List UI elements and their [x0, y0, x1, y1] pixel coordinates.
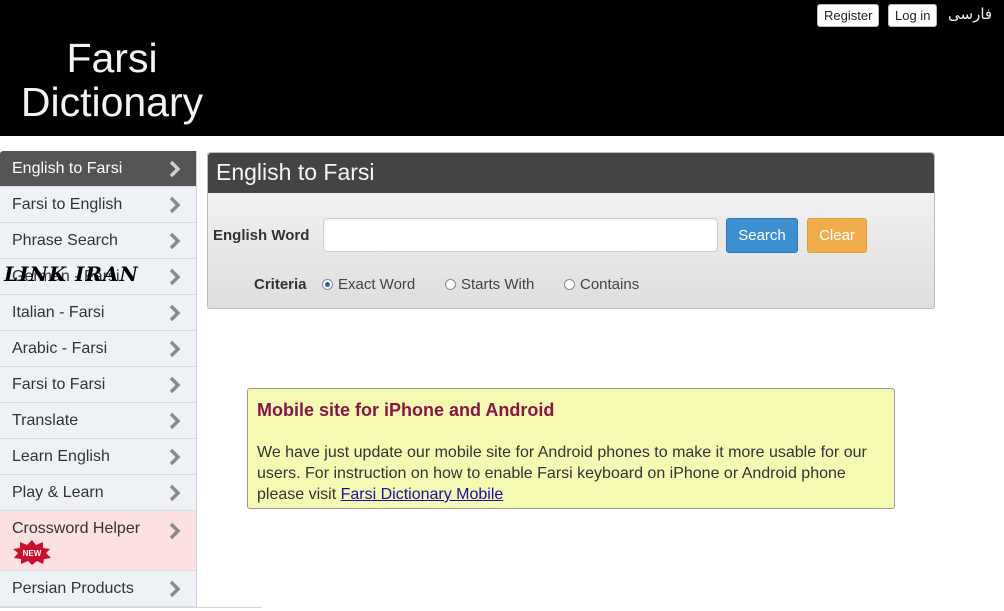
sidebar-item-label: Phrase Search: [12, 232, 118, 249]
search-button[interactable]: Search: [726, 218, 798, 253]
chevron-right-icon: [169, 412, 181, 430]
sidebar-item-farsi-to-farsi[interactable]: Farsi to Farsi: [0, 367, 197, 403]
sidebar-item-german-farsi[interactable]: German - Farsi: [0, 259, 197, 295]
radio-icon: [564, 279, 575, 290]
clear-button[interactable]: Clear: [807, 218, 867, 253]
chevron-right-icon: [169, 376, 181, 394]
sidebar-item-persian-products[interactable]: Persian Products: [0, 571, 197, 607]
chevron-right-icon: [169, 484, 181, 502]
login-button[interactable]: Log in: [888, 4, 938, 27]
sidebar-item-translate[interactable]: Translate: [0, 403, 197, 439]
sidebar-item-label: Persian Products: [12, 580, 134, 597]
criteria-contains-radio[interactable]: Contains: [564, 276, 639, 293]
sidebar-item-farsi-to-english[interactable]: Farsi to English: [0, 187, 197, 223]
chevron-right-icon: [169, 340, 181, 358]
sidebar-item-label: Arabic - Farsi: [12, 340, 108, 357]
chevron-right-icon: [169, 232, 181, 250]
new-badge-icon: NEW: [13, 540, 51, 565]
new-badge-label: NEW: [23, 549, 42, 558]
notice-body: We have just update our mobile site for …: [257, 442, 889, 505]
chevron-right-icon: [169, 160, 181, 178]
criteria-label: Criteria: [254, 276, 307, 293]
mobile-site-notice: Mobile site for iPhone and Android We ha…: [247, 388, 895, 509]
chevron-right-icon: [169, 448, 181, 466]
english-word-label: English Word: [213, 227, 310, 244]
sidebar-nav: English to Farsi Farsi to English Phrase…: [0, 151, 197, 607]
chevron-right-icon: [169, 522, 181, 540]
criteria-starts-with-radio[interactable]: Starts With: [445, 276, 534, 293]
sidebar-item-english-to-farsi[interactable]: English to Farsi: [0, 151, 197, 187]
criteria-exact-word-radio[interactable]: Exact Word: [322, 276, 415, 293]
radio-selected-icon: [322, 279, 333, 290]
search-panel: English to Farsi English Word Search Cle…: [207, 152, 935, 309]
sidebar-item-learn-english[interactable]: Learn English: [0, 439, 197, 475]
sidebar-item-label: Farsi to Farsi: [12, 376, 106, 393]
panel-title: English to Farsi: [216, 159, 375, 185]
sidebar-item-arabic-farsi[interactable]: Arabic - Farsi: [0, 331, 197, 367]
chevron-right-icon: [169, 580, 181, 598]
sidebar-item-label: Italian - Farsi: [12, 304, 105, 321]
language-switch-link[interactable]: فارسی: [948, 5, 992, 23]
site-header: Farsi Dictionary Register Log in فارسی: [0, 0, 1004, 136]
radio-label: Starts With: [461, 276, 535, 293]
sidebar-item-italian-farsi[interactable]: Italian - Farsi: [0, 295, 197, 331]
sidebar-item-label: Farsi to English: [12, 196, 123, 213]
sidebar-item-label: English to Farsi: [12, 160, 123, 177]
sidebar-item-label: German - Farsi: [12, 268, 120, 285]
sidebar-item-play-and-learn[interactable]: Play & Learn: [0, 475, 197, 511]
sidebar-item-label: Learn English: [12, 448, 110, 465]
register-button[interactable]: Register: [817, 4, 880, 27]
sidebar-item-label: Translate: [12, 412, 79, 429]
divider: [0, 607, 262, 608]
chevron-right-icon: [169, 304, 181, 322]
mobile-site-link[interactable]: Farsi Dictionary Mobile: [341, 486, 504, 503]
radio-label: Exact Word: [338, 276, 416, 293]
panel-header: English to Farsi: [208, 153, 934, 193]
notice-title: Mobile site for iPhone and Android: [257, 400, 555, 420]
sidebar-item-crossword-helper[interactable]: Crossword Helper NEW: [0, 511, 197, 571]
chevron-right-icon: [169, 268, 181, 286]
radio-icon: [445, 279, 456, 290]
sidebar-item-label: Crossword Helper: [12, 520, 141, 537]
english-word-input[interactable]: [323, 218, 718, 252]
site-title[interactable]: Farsi Dictionary: [12, 36, 212, 124]
sidebar-item-phrase-search[interactable]: Phrase Search: [0, 223, 197, 259]
radio-label: Contains: [580, 276, 640, 293]
chevron-right-icon: [169, 196, 181, 214]
sidebar-item-label: Play & Learn: [12, 484, 104, 501]
